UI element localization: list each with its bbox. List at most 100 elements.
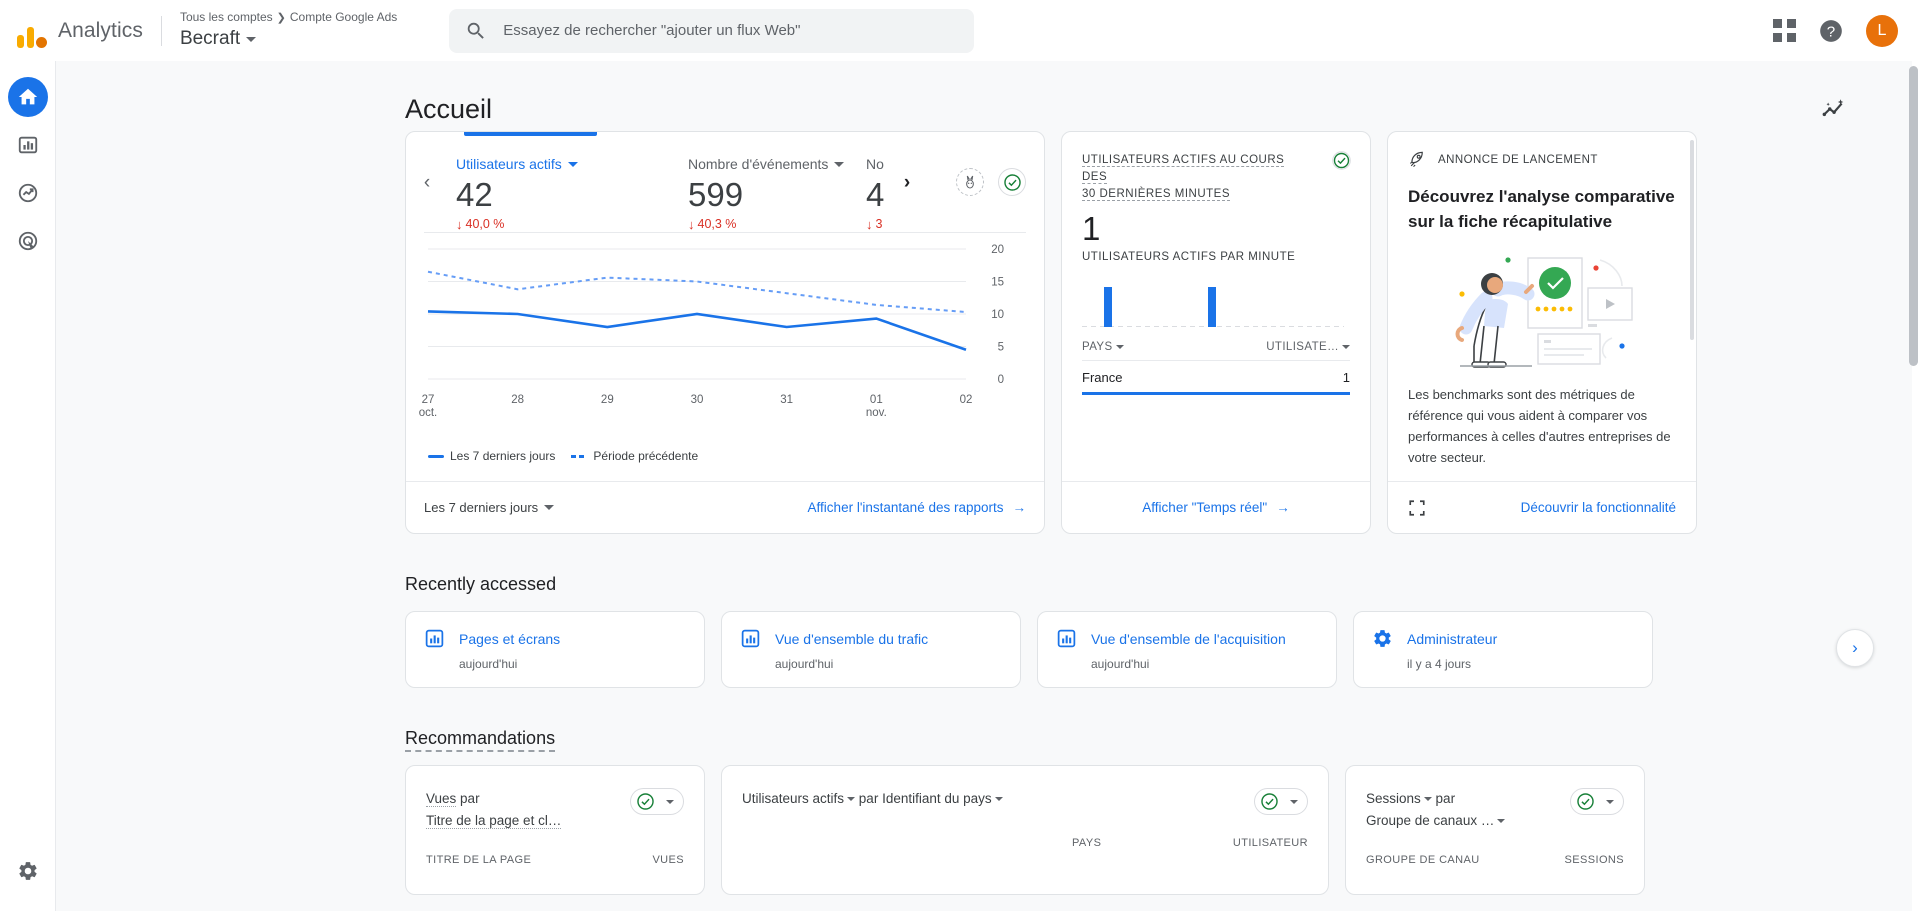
chevron-down-icon [1606,799,1614,804]
svg-text:15: 15 [991,277,1004,289]
view-realtime-link[interactable]: Afficher "Temps réel" → [1142,500,1289,515]
row-country: France [1082,370,1123,385]
breadcrumb-root[interactable]: Tous les comptes [180,10,273,24]
discover-feature-link[interactable]: Découvrir la fonctionnalité [1521,500,1676,515]
svg-text:10: 10 [991,309,1004,321]
arrow-down-icon: ↓ [688,216,695,232]
reco-card-views-by-page-title: Vues par Titre de la page et cl… Titre d… [405,765,705,895]
recent-card-acquisition-overview[interactable]: Vue d'ensemble de l'acquisition aujourd'… [1037,611,1337,688]
top-cards-row: ‹ › Utilisateurs actifs 42 ↓ 40,0 % Nomb… [56,131,1912,534]
recently-accessed-next-button[interactable]: › [1836,629,1874,667]
arrow-down-icon: ↓ [866,216,873,232]
reco-card-titles: Vues par Titre de la page et cl… [426,788,562,832]
metrics-next-button[interactable]: › [894,170,920,196]
metric-label[interactable]: Nombre d'événements [688,156,866,172]
reco-col-right: Vues [652,854,684,866]
reco-col-left: Pays [1072,837,1102,849]
metric-label[interactable]: Utilisateurs actifs [456,156,634,172]
recent-card-administrator[interactable]: Administrateur il y a 4 jours [1353,611,1653,688]
chevron-down-icon [666,799,674,804]
reco-col-left: Groupe de canau [1366,854,1480,866]
reco-column-headers: Groupe de canau Sessions [1366,854,1624,866]
realtime-active-users-value: 1 [1082,210,1101,247]
reco-dimension[interactable]: Identifiant du pays [882,791,992,806]
recent-card-time: aujourd'hui [459,657,518,671]
check-circle-icon [1577,793,1594,810]
svg-text:02: 02 [960,394,973,406]
breadcrumb-account[interactable]: Compte Google Ads [290,10,397,24]
bar-chart-icon [18,136,37,154]
reco-card-controls[interactable] [630,788,684,815]
recent-card-traffic-overview[interactable]: Vue d'ensemble du trafic aujourd'hui [721,611,1021,688]
expand-icon[interactable] [1408,499,1426,517]
realtime-col-users[interactable]: Utilisate… [1266,341,1350,353]
recent-card-top: Vue d'ensemble de l'acquisition [1056,628,1318,649]
reco-dimension[interactable]: Titre de la page et cl… [426,813,562,829]
chevron-down-icon [567,161,578,167]
reco-card-controls[interactable] [1570,788,1624,815]
date-range-selector[interactable]: Les 7 derniers jours [424,500,555,515]
arrow-right-icon: → [1012,500,1027,515]
recent-card-time: aujourd'hui [775,657,834,671]
legend-swatch-dashed [571,454,588,458]
chevron-down-icon [1290,799,1298,804]
metrics-strip: Utilisateurs actifs 42 ↓ 40,0 % Nombre d… [406,132,1044,232]
svg-text:0: 0 [998,374,1004,386]
metric-delta: ↓ 3 [866,217,1044,231]
insights-sparkle-icon [1822,99,1844,117]
announcement-scrollbar[interactable] [1690,140,1694,340]
metric-delta-text: 40,0 % [465,217,505,231]
announcement-body-text: Les benchmarks sont des métriques de réf… [1408,387,1671,465]
sidebar-item-explore[interactable] [8,173,48,213]
reco-column-headers: Titre de la page Vues [426,854,684,866]
help-icon[interactable]: ? [1818,18,1844,44]
property-row[interactable]: Becraft [180,26,397,52]
page-scrollbar[interactable] [1909,66,1918,366]
search-bar[interactable] [449,8,975,53]
account-selector[interactable]: Tous les comptes ❯ Compte Google Ads Becra… [180,9,397,52]
metric-value: 599 [688,176,744,213]
view-reports-snapshot-link[interactable]: Afficher l'instantané des rapports → [808,500,1026,515]
insight-badge-icon[interactable] [956,168,984,196]
reco-dimension[interactable]: Groupe de canaux … [1366,813,1494,828]
recent-card-name: Vue d'ensemble du trafic [775,630,929,647]
reco-metric[interactable]: Vues [426,791,457,807]
reco-card-sessions-by-channel: Sessions par Groupe de canaux … Groupe d… [1345,765,1645,895]
legend-label: Les 7 derniers jours [450,449,556,463]
chevron-down-icon [1342,345,1350,349]
data-quality-check-icon[interactable] [998,168,1026,196]
realtime-card-footer: Afficher "Temps réel" → [1062,481,1370,533]
reco-card-titles: Sessions par Groupe de canaux … [1366,788,1506,832]
avatar[interactable]: L [1866,14,1898,47]
sidebar-item-advertising[interactable] [8,221,48,261]
left-sidebar [0,61,56,911]
sidebar-item-reports[interactable] [8,125,48,165]
check-circle-icon [1332,151,1351,170]
advertising-target-icon [18,231,37,251]
sidebar-item-home[interactable] [7,77,48,117]
recently-accessed-row: Pages et écrans aujourd'hui Vue d'ensemb… [56,611,1912,688]
recent-card-top: Vue d'ensemble du trafic [740,628,1002,649]
breadcrumb-separator: ❯ [276,12,286,24]
home-icon [18,88,37,105]
sidebar-item-admin[interactable] [8,851,48,891]
search-input[interactable] [503,22,959,39]
svg-text:29: 29 [601,394,614,406]
check-circle-icon [1003,173,1021,191]
realtime-quality-check[interactable] [1331,150,1352,176]
reco-metric[interactable]: Utilisateurs actifs [742,791,844,806]
recent-card-pages-screens[interactable]: Pages et écrans aujourd'hui [405,611,705,688]
recent-card-top: Pages et écrans [424,628,686,649]
insights-button[interactable] [1812,88,1854,130]
reco-metric[interactable]: Sessions [1366,791,1421,806]
svg-text:31: 31 [780,394,793,406]
svg-text:?: ? [1827,23,1835,40]
metrics-prev-button[interactable]: ‹ [414,170,440,196]
recent-card-name: Vue d'ensemble de l'acquisition [1091,630,1286,647]
apps-grid-icon[interactable] [1773,19,1796,42]
reco-col-left: Titre de la page [426,854,532,866]
realtime-body: Utilisateurs actifs au cours des 30 dern… [1062,132,1370,395]
recommendations-heading: Recommandations [56,728,1912,752]
reco-card-controls[interactable] [1254,788,1308,815]
realtime-col-country[interactable]: Pays [1082,341,1202,353]
